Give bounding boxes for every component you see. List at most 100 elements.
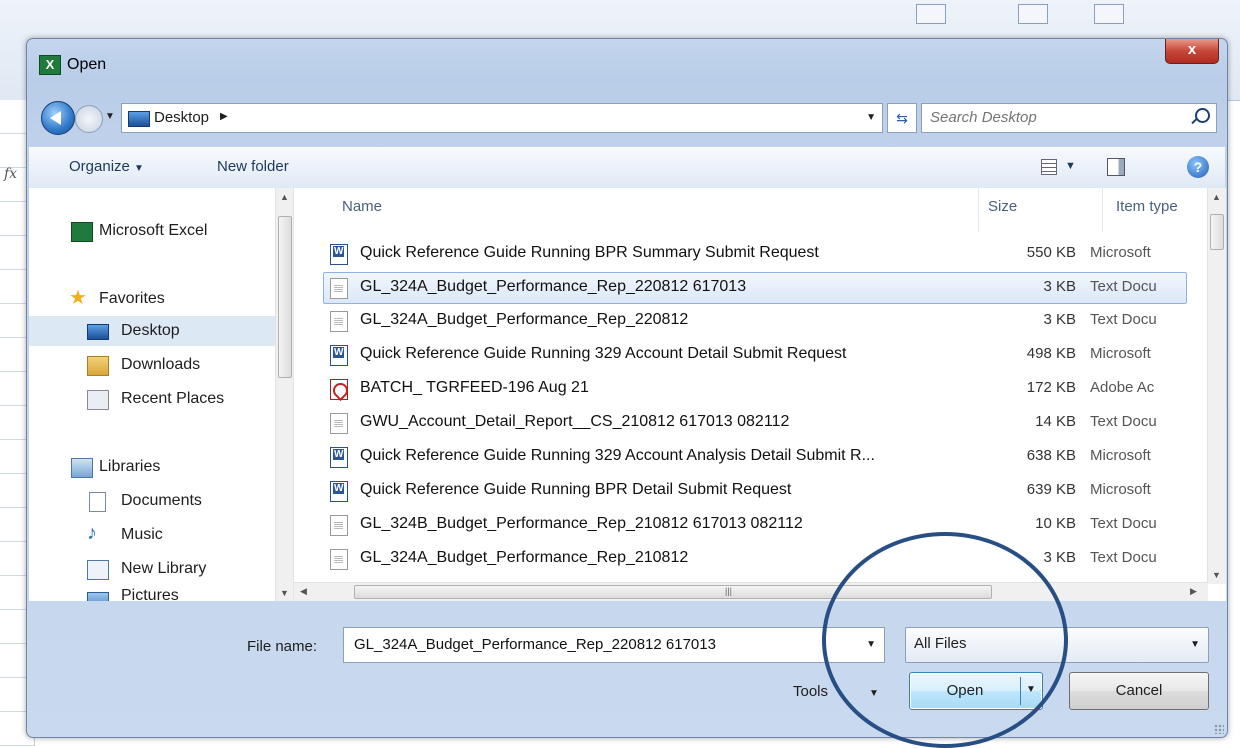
pictures-icon [87,592,109,601]
file-row-selected[interactable]: GL_324A_Budget_Performance_Rep_220812 61… [323,272,1187,304]
word-doc-icon [330,345,348,366]
file-type: Text Docu [1090,278,1157,295]
text-file-icon [330,515,348,536]
nav-item-favorites[interactable]: ★ Favorites [29,284,283,314]
file-name: Quick Reference Guide Running BPR Detail… [360,481,792,498]
nav-item-music[interactable]: ♪ Music [29,520,283,550]
file-name-combobox[interactable]: ▼ [343,627,885,663]
file-type-filter-value: All Files [914,635,967,652]
cancel-button[interactable]: Cancel [1069,672,1209,710]
column-divider[interactable] [1102,188,1103,232]
column-header-item-type[interactable]: Item type [1116,198,1178,215]
word-doc-icon [330,447,348,468]
library-icon [87,560,109,580]
nav-item-recent-places[interactable]: Recent Places [29,384,283,414]
close-button[interactable]: x [1165,39,1219,64]
view-options-dropdown-icon[interactable]: ▼ [1065,160,1076,172]
scroll-up-arrow-icon[interactable]: ▲ [280,192,289,202]
refresh-button[interactable]: ⇆ [887,103,917,133]
file-row[interactable]: GL_324A_Budget_Performance_Rep_210812 3 … [324,544,1186,574]
music-icon: ♪ [87,522,97,544]
desktop-icon [87,324,109,340]
file-name-dropdown-icon[interactable]: ▼ [866,639,876,650]
scroll-down-arrow-icon[interactable]: ▼ [280,588,289,598]
pdf-icon [330,379,348,400]
libraries-icon [71,458,93,478]
column-divider[interactable] [978,188,979,232]
file-name: GL_324A_Budget_Performance_Rep_210812 [360,549,689,566]
horizontal-scroll-thumb[interactable]: ||| [354,585,992,599]
column-header-size[interactable]: Size [988,198,1017,215]
search-icon[interactable] [1195,108,1210,123]
nav-item-label: Downloads [121,356,201,373]
file-name-input[interactable] [352,635,846,654]
file-type: Microsoft [1090,447,1151,464]
nav-pane-scrollbar[interactable]: ▲ ▼ [275,188,294,601]
back-button[interactable] [41,101,75,135]
nav-item-downloads[interactable]: Downloads [29,350,283,380]
tools-dropdown-icon[interactable]: ▼ [869,688,879,699]
file-row[interactable]: GL_324A_Budget_Performance_Rep_220812 3 … [324,306,1186,336]
help-icon[interactable]: ? [1187,156,1209,178]
file-row[interactable]: Quick Reference Guide Running BPR Summar… [324,239,1186,269]
file-name: GL_324B_Budget_Performance_Rep_210812 61… [360,515,803,532]
file-type-filter-dropdown[interactable]: All Files ▼ [905,627,1209,663]
open-button-label: Open [946,682,984,699]
file-list-scroll-thumb[interactable] [1210,214,1224,250]
search-input[interactable] [928,108,1182,127]
recent-locations-dropdown-icon[interactable]: ▼ [105,111,115,122]
scroll-grip-icon: ||| [725,586,733,596]
star-icon: ★ [69,287,87,309]
file-row[interactable]: GL_324B_Budget_Performance_Rep_210812 61… [324,510,1186,540]
change-view-icon[interactable] [1041,159,1057,175]
address-bar[interactable]: Desktop ▶ ▼ [121,103,883,133]
file-name: GL_324A_Budget_Performance_Rep_220812 [360,311,689,328]
address-dropdown-icon[interactable]: ▼ [866,112,876,123]
file-row[interactable]: GWU_Account_Detail_Report__CS_210812 617… [324,408,1186,438]
nav-item-label: Microsoft Excel [99,222,208,239]
scroll-left-arrow-icon[interactable]: ◀ [300,586,307,597]
nav-item-desktop[interactable]: Desktop [29,316,283,346]
scroll-down-arrow-icon[interactable]: ▼ [1212,570,1221,580]
nav-item-pictures[interactable]: Pictures [29,584,283,601]
search-box[interactable] [921,103,1217,133]
file-list-horizontal-scrollbar[interactable]: ◀ ||| ▶ [294,582,1208,601]
file-row[interactable]: Quick Reference Guide Running 329 Accoun… [324,442,1186,472]
file-size: 639 KB [1026,481,1076,498]
nav-item-documents[interactable]: Documents [29,486,283,516]
forward-button[interactable] [75,105,103,133]
open-options-dropdown-icon[interactable]: ▼ [1026,684,1036,695]
file-row[interactable]: Quick Reference Guide Running BPR Detail… [324,476,1186,506]
resize-grip-icon[interactable] [1214,724,1224,734]
nav-scroll-thumb[interactable] [278,216,292,378]
column-header-name[interactable]: Name [342,198,382,215]
word-doc-icon [330,244,348,265]
dialog-titlebar: X Open x [27,39,1227,87]
nav-item-label: Documents [121,492,202,509]
nav-item-label: New Library [121,560,207,577]
breadcrumb-chevron-icon[interactable]: ▶ [220,111,228,122]
conditional-formatting-icon [916,4,946,24]
nav-item-libraries[interactable]: Libraries [29,452,283,482]
tools-button[interactable]: Tools [793,683,828,700]
open-button[interactable]: Open ▼ [909,672,1043,710]
new-folder-button[interactable]: New folder [217,158,289,175]
nav-item-microsoft-excel[interactable]: Microsoft Excel [29,216,283,246]
organize-label: Organize [69,158,130,175]
nav-item-label: Libraries [99,458,161,475]
file-row[interactable]: BATCH_ TGRFEED-196 Aug 21 172 KB Adobe A… [324,374,1186,404]
nav-item-new-library[interactable]: New Library [29,554,283,584]
file-name: Quick Reference Guide Running 329 Accoun… [360,345,847,362]
cell-styles-icon [1094,4,1124,24]
scroll-up-arrow-icon[interactable]: ▲ [1212,192,1221,202]
preview-pane-icon[interactable] [1107,158,1125,176]
scroll-right-arrow-icon[interactable]: ▶ [1190,586,1197,597]
organize-button[interactable]: Organize ▼ [69,158,144,175]
file-row[interactable]: Quick Reference Guide Running 329 Accoun… [324,340,1186,370]
recent-places-icon [87,390,109,410]
file-size: 172 KB [1026,379,1076,396]
file-list-vertical-scrollbar[interactable]: ▲ ▼ [1207,188,1226,584]
open-dialog: X Open x ▼ Desktop ▶ ▼ ⇆ Organize ▼ New … [26,38,1228,738]
file-type: Adobe Ac [1090,379,1155,396]
address-breadcrumb-desktop[interactable]: Desktop [154,109,209,126]
